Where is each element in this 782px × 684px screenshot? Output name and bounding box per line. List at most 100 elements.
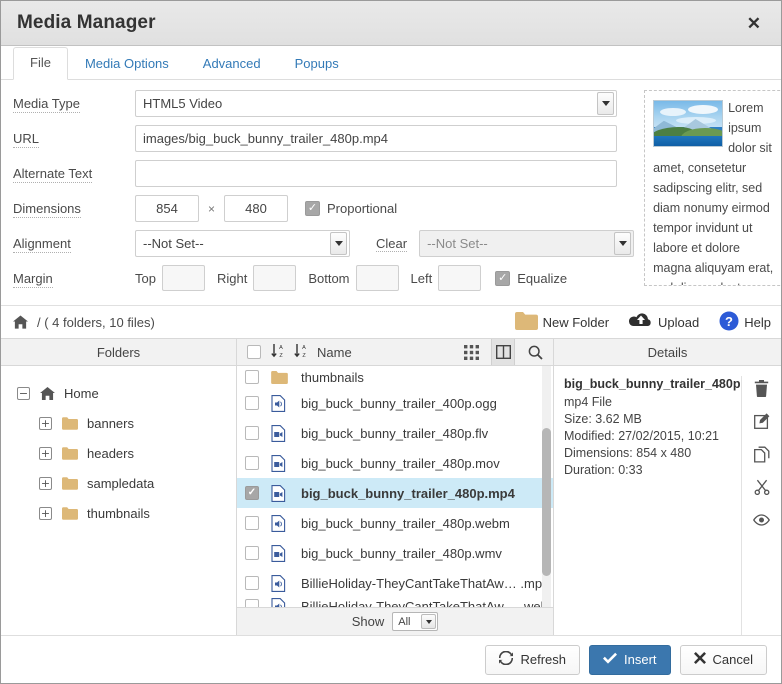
tab-popups[interactable]: Popups [278, 48, 356, 80]
show-bar: Show All [237, 607, 553, 635]
tab-file[interactable]: File [13, 47, 68, 80]
proportional-checkbox[interactable]: ✓ [305, 201, 320, 216]
home-icon[interactable] [13, 315, 28, 329]
folder-icon [62, 417, 78, 430]
row-checkbox[interactable] [245, 576, 259, 590]
upload-button[interactable]: Upload [629, 312, 699, 333]
select-all-checkbox[interactable] [247, 345, 261, 359]
list-item[interactable]: big_buck_bunny_trailer_400p.ogg [237, 388, 553, 418]
margin-left-input[interactable] [438, 265, 481, 291]
audio-file-icon [271, 598, 291, 607]
details-file-name: big_buck_bunny_trailer_480p [564, 376, 741, 393]
chevron-down-icon [614, 232, 631, 255]
tree-item-home[interactable]: − Home [1, 378, 236, 408]
title-bar: Media Manager ✕ [1, 1, 781, 46]
insert-button[interactable]: Insert [589, 645, 671, 675]
margin-top-input[interactable] [162, 265, 205, 291]
alternate-text-input[interactable] [135, 160, 617, 187]
expand-icon[interactable]: + [39, 447, 52, 460]
tree-item-banners[interactable]: + banners [1, 408, 236, 438]
row-checkbox[interactable] [245, 426, 259, 440]
tab-media-options[interactable]: Media Options [68, 48, 186, 80]
list-item[interactable]: big_buck_bunny_trailer_480p.webm [237, 508, 553, 538]
row-checkbox[interactable] [245, 370, 259, 384]
sort-az-icon[interactable]: AZ [271, 343, 286, 362]
media-type-select[interactable]: HTML5 Video [135, 90, 617, 117]
dimensions-width-input[interactable] [135, 195, 199, 222]
dimensions-separator: × [208, 202, 215, 216]
sort-az-size-icon[interactable]: AZ [294, 343, 309, 362]
cancel-button[interactable]: Cancel [680, 645, 767, 675]
chevron-down-icon [421, 614, 436, 629]
show-value: All [398, 616, 410, 628]
show-select[interactable]: All [392, 612, 438, 631]
file-name: big_buck_bunny_trailer_480p.flv [301, 426, 488, 441]
field-url: URL [13, 125, 634, 152]
margin-right-label: Right [217, 271, 247, 286]
clear-label: Clear [376, 236, 407, 251]
breadcrumb[interactable]: / ( 4 folders, 10 files) [13, 315, 495, 330]
list-item[interactable]: BillieHoliday-TheyCantTakeThatAw… .mp3 [237, 568, 553, 598]
close-icon[interactable]: ✕ [743, 15, 765, 32]
media-manager-window: Media Manager ✕ File Media Options Advan… [0, 0, 782, 684]
refresh-button[interactable]: Refresh [485, 645, 580, 675]
list-item[interactable]: big_buck_bunny_trailer_480p.mov [237, 448, 553, 478]
grid-view-toggle[interactable] [459, 339, 483, 365]
form-fields: Media Type HTML5 Video URL Alternate Tex… [13, 90, 634, 299]
list-item[interactable]: big_buck_bunny_trailer_480p.wmv [237, 538, 553, 568]
details-panel: big_buck_bunny_trailer_480p mp4 File Siz… [554, 366, 781, 635]
scrollbar-thumb[interactable] [542, 428, 551, 576]
alignment-select[interactable]: --Not Set-- [135, 230, 350, 257]
new-folder-button[interactable]: New Folder [515, 312, 609, 333]
url-input[interactable] [135, 125, 617, 152]
search-icon[interactable] [523, 339, 547, 365]
list-item[interactable]: big_buck_bunny_trailer_480p.flv [237, 418, 553, 448]
svg-text:?: ? [725, 314, 733, 329]
expand-icon[interactable]: + [39, 417, 52, 430]
expand-icon[interactable]: + [39, 507, 52, 520]
list-view-toggle[interactable] [491, 339, 515, 365]
collapse-icon[interactable]: − [17, 387, 30, 400]
expand-icon[interactable]: + [39, 477, 52, 490]
dimensions-label: Dimensions [13, 201, 135, 216]
trash-icon[interactable] [754, 378, 769, 398]
row-checkbox[interactable] [245, 396, 259, 410]
preview-eye-icon[interactable] [753, 510, 770, 530]
list-item[interactable]: BillieHoliday-TheyCantTakeThatAw… .webm [237, 598, 553, 607]
help-button[interactable]: ? Help [719, 311, 771, 334]
breadcrumb-text: / ( 4 folders, 10 files) [37, 315, 155, 330]
copy-icon[interactable] [754, 444, 770, 464]
row-checkbox[interactable] [245, 516, 259, 530]
list-item[interactable]: thumbnails [237, 366, 553, 388]
folder-icon [271, 371, 291, 384]
edit-icon[interactable] [754, 411, 770, 431]
folders-panel: − Home + banners + headers [1, 366, 237, 635]
name-column-header[interactable]: Name [317, 345, 352, 360]
media-type-label: Media Type [13, 96, 135, 111]
media-type-value: HTML5 Video [143, 96, 597, 111]
file-name: big_buck_bunny_trailer_400p.ogg [301, 396, 497, 411]
insert-label: Insert [624, 652, 657, 667]
cancel-label: Cancel [713, 652, 753, 667]
margin-bottom-input[interactable] [356, 265, 399, 291]
file-list[interactable]: thumbnails big_buck_bunny_trailer_400p.o… [237, 366, 553, 607]
new-folder-label: New Folder [543, 315, 609, 330]
tab-advanced[interactable]: Advanced [186, 48, 278, 80]
list-item-selected[interactable]: ✓ big_buck_bunny_trailer_480p.mp4 [237, 478, 553, 508]
clear-select[interactable]: --Not Set-- [419, 230, 634, 257]
dimensions-height-input[interactable] [224, 195, 288, 222]
folder-icon [515, 312, 538, 333]
equalize-checkbox[interactable]: ✓ [495, 271, 510, 286]
tree-item-thumbnails[interactable]: + thumbnails [1, 498, 236, 528]
scissors-icon[interactable] [754, 477, 770, 497]
tab-bar: File Media Options Advanced Popups [1, 46, 781, 80]
tree-item-sampledata[interactable]: + sampledata [1, 468, 236, 498]
file-name: BillieHoliday-TheyCantTakeThatAw… .webm [301, 599, 543, 608]
row-checkbox[interactable]: ✓ [245, 486, 259, 500]
row-checkbox[interactable] [245, 599, 259, 607]
row-checkbox[interactable] [245, 456, 259, 470]
margin-right-input[interactable] [253, 265, 296, 291]
tree-item-headers[interactable]: + headers [1, 438, 236, 468]
home-icon [40, 387, 55, 400]
row-checkbox[interactable] [245, 546, 259, 560]
